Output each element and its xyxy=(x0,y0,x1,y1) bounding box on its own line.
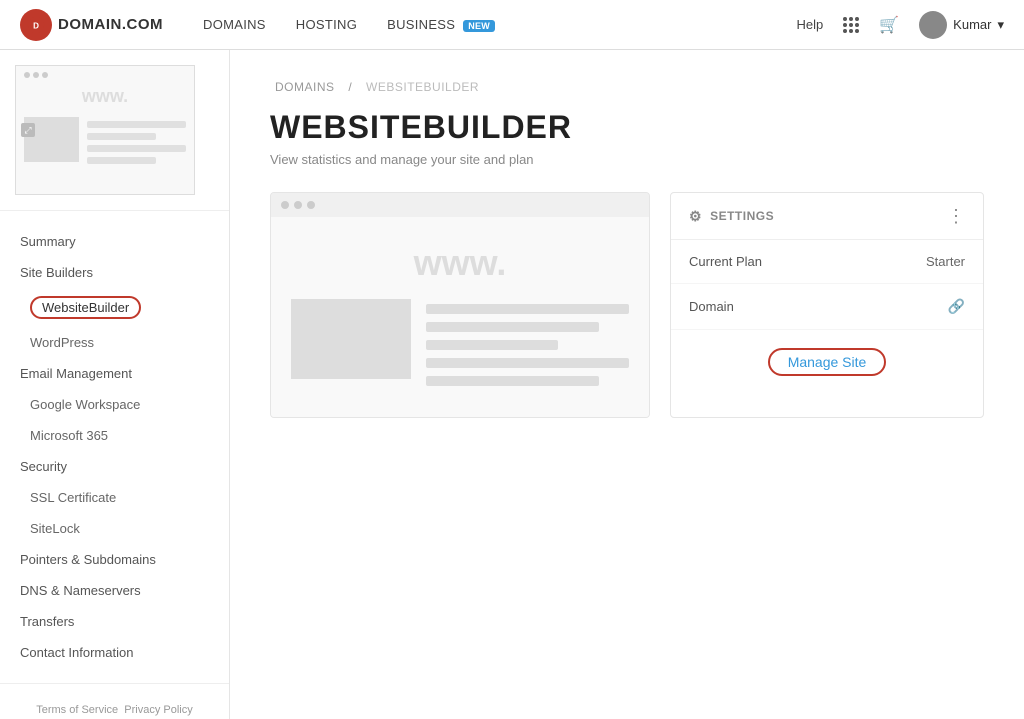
manage-site-button[interactable]: Manage Site xyxy=(768,348,887,376)
sidebar-item-email-management[interactable]: Email Management xyxy=(0,358,229,389)
help-link[interactable]: Help xyxy=(797,17,824,32)
nav-domains[interactable]: DOMAINS xyxy=(203,17,266,32)
sidebar-item-websitebuilder[interactable]: WebsiteBuilder xyxy=(0,288,229,327)
expand-icon: ⤢ xyxy=(21,123,35,137)
preview-line xyxy=(87,157,156,164)
text-line xyxy=(426,358,629,368)
text-line xyxy=(426,376,599,386)
avatar xyxy=(919,11,947,39)
preview-line xyxy=(87,121,186,128)
site-image-placeholder xyxy=(291,299,411,379)
terms-link[interactable]: Terms of Service xyxy=(36,704,118,716)
user-menu[interactable]: Kumar ▾ xyxy=(919,11,1004,39)
text-line xyxy=(426,340,558,350)
chevron-down-icon: ▾ xyxy=(997,17,1004,33)
page-title: WEBSITEBUILDER xyxy=(270,109,984,146)
browser-bar xyxy=(271,193,649,217)
header-right: Help 🛒 Kumar ▾ xyxy=(797,11,1005,39)
site-text-lines xyxy=(426,299,629,386)
settings-row-plan: Current Plan Starter xyxy=(671,240,983,284)
preview-www-text: www. xyxy=(16,86,194,107)
settings-row-domain: Domain 🔗 xyxy=(671,284,983,330)
settings-footer: Manage Site xyxy=(671,330,983,394)
nav-business[interactable]: BUSINESS NEW xyxy=(387,17,495,32)
sidebar-item-transfers[interactable]: Transfers xyxy=(0,606,229,637)
domain-label: Domain xyxy=(689,299,734,314)
breadcrumb-parent[interactable]: DOMAINS xyxy=(275,80,335,94)
text-line xyxy=(426,304,629,314)
user-name: Kumar xyxy=(953,17,991,32)
sidebar-item-wordpress[interactable]: WordPress xyxy=(0,327,229,358)
settings-title: ⚙ SETTINGS xyxy=(689,208,774,225)
grid-icon[interactable] xyxy=(843,17,859,33)
sidebar-item-pointers-subdomains[interactable]: Pointers & Subdomains xyxy=(0,544,229,575)
preview-line xyxy=(87,133,156,140)
nav-hosting[interactable]: HOSTING xyxy=(296,17,357,32)
site-preview-body: www. xyxy=(271,217,649,417)
breadcrumb: DOMAINS / WEBSITEBUILDER xyxy=(270,80,984,94)
gear-icon: ⚙ xyxy=(689,208,702,225)
site-thumbnail: www. ⤢ xyxy=(15,65,195,195)
main-nav: DOMAINS HOSTING BUSINESS NEW xyxy=(203,17,797,32)
sidebar-item-ssl-certificate[interactable]: SSL Certificate xyxy=(0,482,229,513)
header: D DOMAIN.COM DOMAINS HOSTING BUSINESS NE… xyxy=(0,0,1024,50)
logo-text: DOMAIN.COM xyxy=(58,16,163,33)
sidebar-item-sitelock[interactable]: SiteLock xyxy=(0,513,229,544)
svg-text:D: D xyxy=(33,21,39,30)
sidebar: www. ⤢ Summary Site Builders WebsiteBuil… xyxy=(0,50,230,719)
site-www-text: www. xyxy=(414,242,507,284)
text-line xyxy=(426,322,599,332)
sidebar-item-security[interactable]: Security xyxy=(0,451,229,482)
layout: www. ⤢ Summary Site Builders WebsiteBuil… xyxy=(0,50,1024,719)
sidebar-footer: Terms of Service Privacy Policy Do Not S… xyxy=(0,683,229,719)
external-link-icon[interactable]: 🔗 xyxy=(948,298,965,315)
settings-card: ⚙ SETTINGS ⋮ Current Plan Starter Domain… xyxy=(670,192,984,418)
browser-dot xyxy=(294,201,302,209)
privacy-link[interactable]: Privacy Policy xyxy=(124,704,192,716)
new-badge: NEW xyxy=(463,20,495,32)
logo-icon: D xyxy=(20,9,52,41)
main-content: DOMAINS / WEBSITEBUILDER WEBSITEBUILDER … xyxy=(230,50,1024,719)
sidebar-item-dns-nameservers[interactable]: DNS & Nameservers xyxy=(0,575,229,606)
site-preview-content xyxy=(291,299,629,386)
browser-dot xyxy=(307,201,315,209)
sidebar-item-site-builders[interactable]: Site Builders xyxy=(0,257,229,288)
cart-icon[interactable]: 🛒 xyxy=(879,15,899,35)
sidebar-item-google-workspace[interactable]: Google Workspace xyxy=(0,389,229,420)
browser-dot xyxy=(281,201,289,209)
settings-header: ⚙ SETTINGS ⋮ xyxy=(671,193,983,240)
sidebar-item-contact-information[interactable]: Contact Information xyxy=(0,637,229,668)
sidebar-nav: Summary Site Builders WebsiteBuilder Wor… xyxy=(0,211,229,683)
site-preview-card: www. xyxy=(270,192,650,418)
more-options-icon[interactable]: ⋮ xyxy=(947,207,965,225)
websitebuilder-label: WebsiteBuilder xyxy=(30,296,141,319)
sidebar-item-microsoft-365[interactable]: Microsoft 365 xyxy=(0,420,229,451)
sidebar-item-summary[interactable]: Summary xyxy=(0,226,229,257)
plan-label: Current Plan xyxy=(689,254,762,269)
content-area: www. xyxy=(270,192,984,418)
preview-line xyxy=(87,145,186,152)
logo[interactable]: D DOMAIN.COM xyxy=(20,9,163,41)
sidebar-preview: www. ⤢ xyxy=(0,50,229,211)
page-subtitle: View statistics and manage your site and… xyxy=(270,152,984,167)
plan-value: Starter xyxy=(926,254,965,269)
breadcrumb-current: WEBSITEBUILDER xyxy=(366,80,479,94)
